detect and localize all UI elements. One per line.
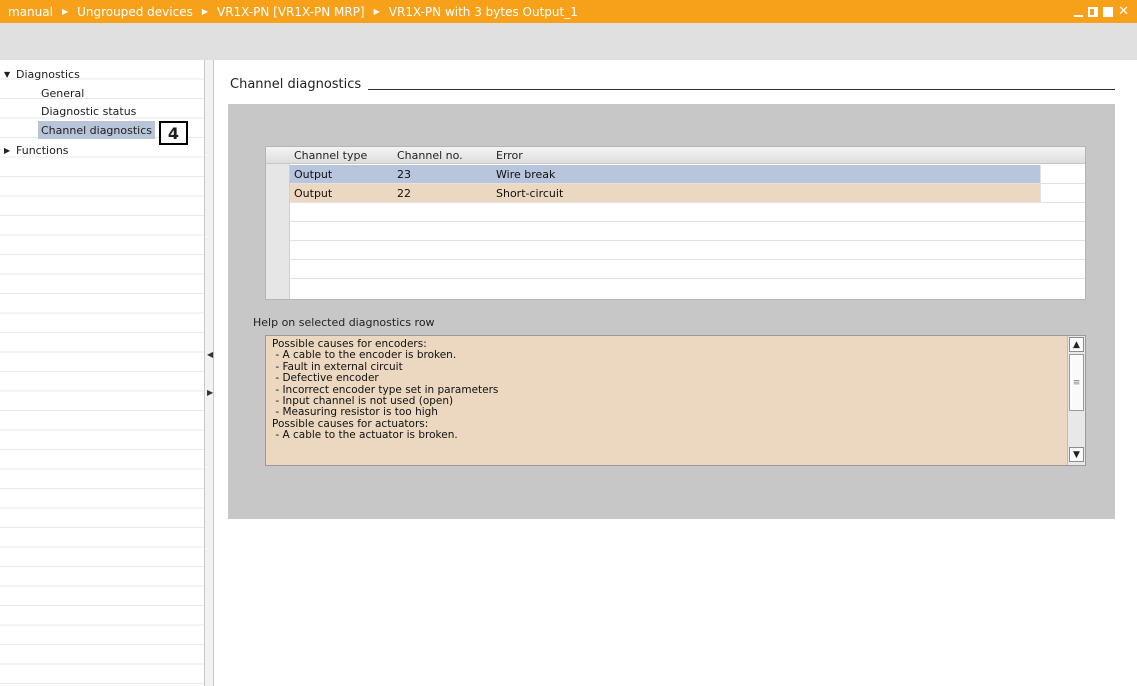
table-row[interactable]: Output 23 Wire break — [290, 165, 1085, 184]
step-callout: 4 — [159, 121, 188, 145]
tree-item-label: Diagnostic status — [41, 104, 137, 118]
cell-error: Wire break — [496, 168, 556, 181]
empty-row — [290, 222, 1085, 241]
scroll-down-icon[interactable]: ▼ — [1069, 447, 1084, 462]
section-divider — [368, 89, 1115, 90]
tree-item-channel-diagnostics[interactable]: Channel diagnostics — [38, 121, 155, 139]
collapse-left-icon[interactable]: ◀ — [207, 350, 213, 359]
tree-node-diagnostics[interactable]: ▼ Diagnostics — [4, 65, 80, 83]
close-icon[interactable]: ✕ — [1118, 5, 1129, 18]
toolbar-strip — [0, 23, 1137, 60]
empty-row — [290, 241, 1085, 260]
breadcrumb-module[interactable]: VR1X-PN with 3 bytes Output_1 — [389, 5, 578, 19]
tree-item-label: General — [41, 86, 85, 100]
row-filler — [1040, 165, 1085, 183]
row-header-column — [266, 164, 290, 299]
table-row[interactable]: Output 22 Short-circuit — [290, 184, 1085, 203]
column-header-channel-type[interactable]: Channel type — [294, 149, 367, 162]
panel-splitter[interactable]: ◀ ▶ — [204, 60, 214, 686]
breadcrumb-device[interactable]: VR1X-PN [VR1X-PN MRP] — [217, 5, 365, 19]
tree-node-label: Functions — [16, 143, 69, 157]
tree-node-functions[interactable]: ▶ Functions — [4, 141, 69, 159]
triangle-right-icon: ▶ — [201, 7, 208, 16]
expand-right-icon[interactable]: ▶ — [207, 388, 213, 397]
section-title: Channel diagnostics — [230, 77, 362, 92]
cell-error: Short-circuit — [496, 187, 564, 200]
channel-diagnostics-panel: Channel type Channel no. Error Output 23… — [228, 104, 1115, 519]
breadcrumb-ungrouped-devices[interactable]: Ungrouped devices — [77, 5, 193, 19]
expand-right-icon[interactable]: ▶ — [4, 146, 16, 155]
empty-row — [290, 260, 1085, 279]
empty-row — [290, 203, 1085, 222]
help-text: Possible causes for encoders: - A cable … — [272, 338, 499, 442]
cell-channel-no: 22 — [397, 187, 411, 200]
triangle-right-icon: ▶ — [61, 7, 69, 16]
row-filler — [1040, 184, 1085, 202]
window-controls: ✕ — [1074, 0, 1129, 23]
column-header-channel-no[interactable]: Channel no. — [397, 149, 463, 162]
scroll-thumb[interactable]: ≡ — [1069, 354, 1084, 411]
cell-channel-no: 23 — [397, 168, 411, 181]
cell-channel-type: Output — [294, 168, 333, 181]
tree-item-general[interactable]: General — [41, 84, 84, 102]
navigation-tree: ▼ Diagnostics General Diagnostic status … — [0, 60, 204, 686]
help-scrollbar[interactable]: ▲ ≡ ▼ — [1067, 336, 1085, 465]
tile-icon[interactable] — [1088, 6, 1099, 17]
table-header: Channel type Channel no. Error — [266, 147, 1085, 164]
triangle-right-icon: ▶ — [373, 7, 380, 16]
breadcrumb-manual[interactable]: manual — [8, 5, 53, 19]
cell-channel-type: Output — [294, 187, 333, 200]
empty-row — [290, 279, 1085, 298]
help-label: Help on selected diagnostics row — [253, 316, 435, 329]
title-bar: manual ▶ Ungrouped devices ▶ VR1X-PN [VR… — [0, 0, 1137, 23]
channel-table: Channel type Channel no. Error Output 23… — [265, 146, 1086, 300]
tree-node-label: Diagnostics — [16, 67, 80, 81]
expand-down-icon[interactable]: ▼ — [4, 70, 16, 79]
column-header-error[interactable]: Error — [496, 149, 523, 162]
tree-item-diagnostic-status[interactable]: Diagnostic status — [41, 102, 136, 120]
tree-item-label: Channel diagnostics — [41, 123, 152, 137]
scroll-up-icon[interactable]: ▲ — [1069, 337, 1084, 352]
minimize-icon[interactable] — [1074, 14, 1084, 17]
help-textbox[interactable]: Possible causes for encoders: - A cable … — [265, 335, 1086, 466]
maximize-icon[interactable] — [1103, 6, 1114, 17]
